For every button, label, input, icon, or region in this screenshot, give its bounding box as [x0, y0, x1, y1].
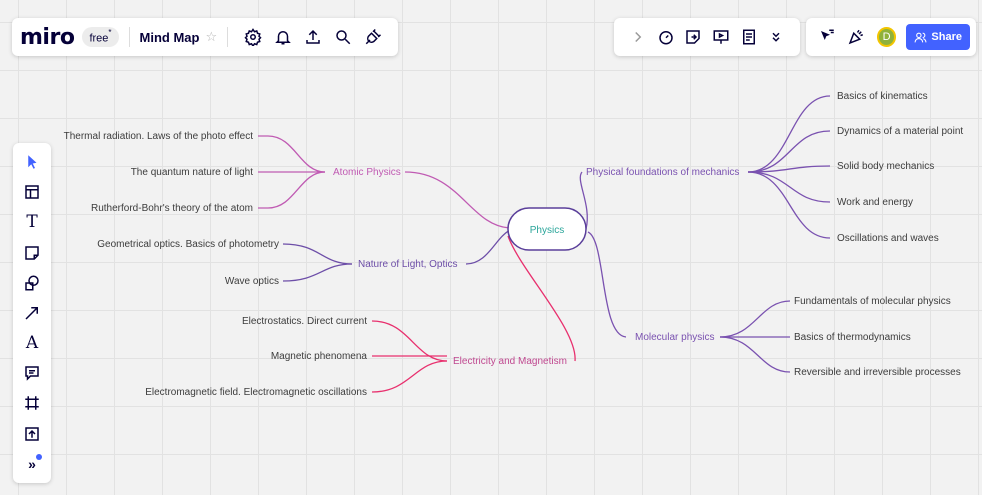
leaf-solid-body-mechanics[interactable]: Solid body mechanics: [837, 161, 934, 172]
shapes-icon[interactable]: [20, 271, 44, 295]
leaf-wave-optics[interactable]: Wave optics: [225, 276, 279, 287]
branch-electricity-magnetism[interactable]: Electricity and Magnetism: [453, 356, 567, 367]
leaf-basics-thermodynamics[interactable]: Basics of thermodynamics: [794, 332, 911, 343]
users-icon: [914, 32, 927, 42]
pen-tool-icon[interactable]: A: [20, 331, 44, 355]
leaf-dynamics-material-point[interactable]: Dynamics of a material point: [837, 126, 963, 137]
miro-logo[interactable]: miro: [20, 25, 75, 50]
optics-connectors: [282, 229, 511, 282]
branch-mechanics[interactable]: Physical foundations of mechanics: [586, 167, 739, 178]
mind-map-canvas[interactable]: Physics Atomic Physics Nature of Light, …: [0, 0, 982, 495]
leaf-rutherford-bohr[interactable]: Rutherford-Bohr's theory of the atom: [91, 203, 253, 214]
leaf-fundamentals-molecular[interactable]: Fundamentals of molecular physics: [794, 296, 951, 307]
left-toolbar: T A »: [13, 143, 51, 483]
presentation-icon[interactable]: [710, 25, 732, 49]
leaf-work-energy[interactable]: Work and energy: [837, 197, 913, 208]
settings-icon[interactable]: [241, 25, 265, 49]
bell-icon[interactable]: [271, 25, 295, 49]
text-tool-icon[interactable]: T: [20, 210, 44, 234]
upload-tool-icon[interactable]: [20, 422, 44, 446]
leaf-magnetic-phenomena[interactable]: Magnetic phenomena: [271, 351, 368, 362]
cursor-filter-icon[interactable]: [815, 25, 838, 49]
upload-icon[interactable]: [301, 25, 325, 49]
templates-icon[interactable]: [20, 180, 44, 204]
notification-dot: [36, 453, 42, 460]
connection-line-icon[interactable]: [20, 301, 44, 325]
notes-icon[interactable]: [738, 25, 760, 49]
top-center-toolbar: [614, 18, 800, 56]
leaf-thermal-radiation[interactable]: Thermal radiation. Laws of the photo eff…: [64, 131, 254, 142]
branch-atomic-physics[interactable]: Atomic Physics: [333, 167, 401, 178]
divider: [227, 27, 229, 47]
leaf-reversible-processes[interactable]: Reversible and irreversible processes: [794, 367, 961, 378]
leaf-electromagnetic-field[interactable]: Electromagnetic field. Electromagnetic o…: [145, 387, 367, 398]
sticky-note-icon[interactable]: [20, 241, 44, 265]
more-tools-icon[interactable]: »: [20, 452, 44, 476]
atomic-physics-connectors: [258, 135, 511, 229]
plan-badge-label: free: [89, 32, 109, 45]
leaf-oscillations-waves[interactable]: Oscillations and waves: [837, 233, 939, 244]
leaf-basics-kinematics[interactable]: Basics of kinematics: [837, 91, 928, 102]
search-icon[interactable]: [331, 25, 355, 49]
frame-icon[interactable]: [20, 391, 44, 415]
leaf-geometrical-optics[interactable]: Geometrical optics. Basics of photometry: [97, 239, 279, 250]
leaf-electrostatics[interactable]: Electrostatics. Direct current: [242, 316, 367, 327]
timer-icon[interactable]: [655, 25, 677, 49]
top-left-toolbar: miro free* Mind Map ☆: [12, 18, 398, 56]
root-node-label: Physics: [530, 225, 564, 236]
user-avatar[interactable]: D: [876, 27, 897, 47]
comment-icon[interactable]: [20, 361, 44, 385]
select-cursor-icon[interactable]: [20, 150, 44, 174]
more-tools-glyph: »: [28, 455, 36, 472]
root-node[interactable]: Physics: [507, 207, 587, 251]
branch-nature-of-light[interactable]: Nature of Light, Optics: [358, 259, 458, 270]
molecular-connectors: [587, 231, 791, 373]
top-right-toolbar: D Share: [806, 18, 976, 56]
board-title[interactable]: Mind Map: [140, 30, 200, 45]
star-icon[interactable]: ☆: [205, 29, 217, 45]
leaf-quantum-nature[interactable]: The quantum nature of light: [131, 167, 254, 178]
plan-badge-mark: *: [108, 27, 112, 37]
plugin-icon[interactable]: [361, 25, 385, 49]
chevron-right-icon[interactable]: [627, 25, 649, 49]
plan-badge[interactable]: free*: [82, 26, 119, 48]
celebrate-icon[interactable]: [844, 25, 867, 49]
sticky-export-icon[interactable]: [682, 25, 704, 49]
divider: [128, 27, 130, 47]
chevron-double-down-icon[interactable]: [765, 25, 787, 49]
share-button[interactable]: Share: [906, 24, 970, 50]
branch-molecular-physics[interactable]: Molecular physics: [635, 332, 714, 343]
share-button-label: Share: [931, 31, 962, 43]
